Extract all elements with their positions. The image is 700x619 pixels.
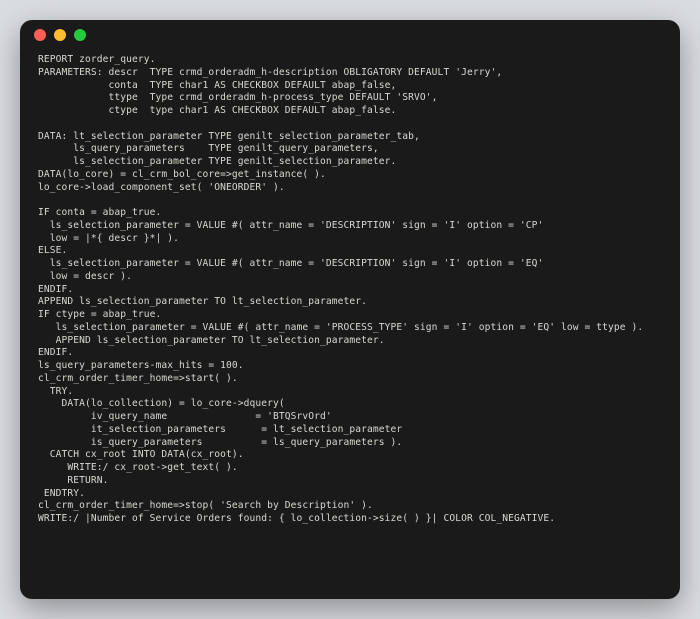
minimize-icon[interactable] xyxy=(54,29,66,41)
terminal-window: REPORT zorder_query. PARAMETERS: descr T… xyxy=(20,20,680,599)
terminal-content: REPORT zorder_query. PARAMETERS: descr T… xyxy=(20,50,680,599)
close-icon[interactable] xyxy=(34,29,46,41)
window-titlebar xyxy=(20,20,680,50)
code-block: REPORT zorder_query. PARAMETERS: descr T… xyxy=(38,54,662,526)
maximize-icon[interactable] xyxy=(74,29,86,41)
